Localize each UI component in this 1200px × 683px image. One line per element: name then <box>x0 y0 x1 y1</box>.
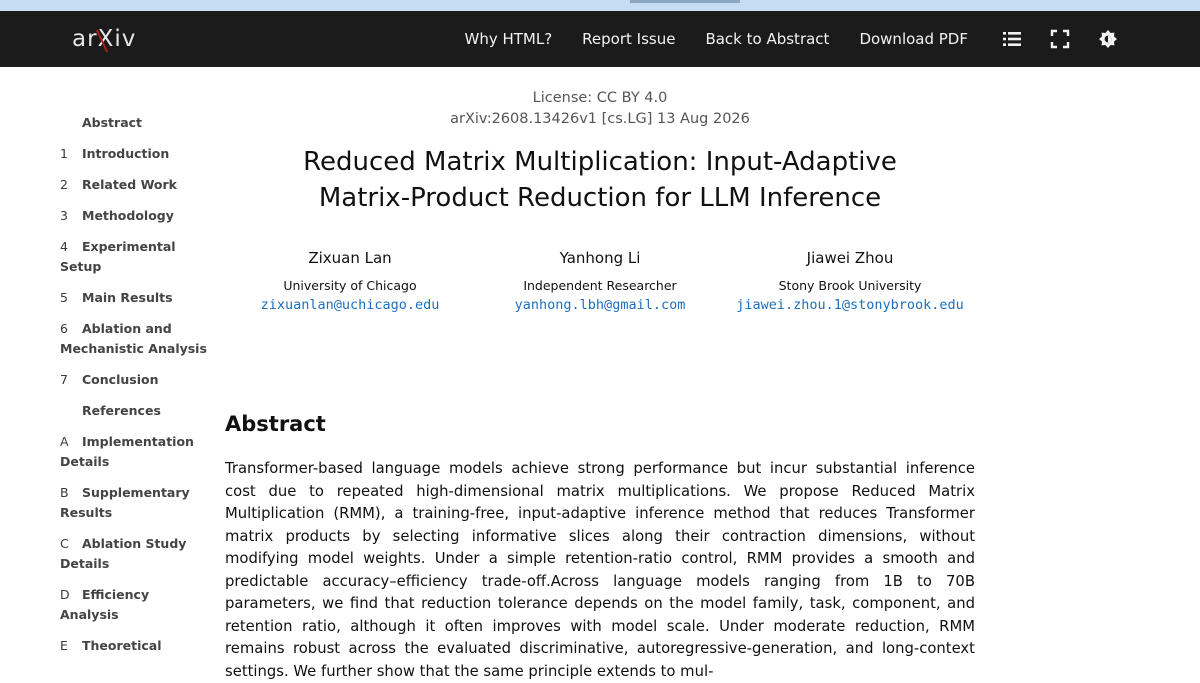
license-text: License: CC BY 4.0 <box>532 90 668 106</box>
list-icon[interactable] <box>1002 29 1022 49</box>
arxiv-logo[interactable]: arXiv <box>72 26 136 52</box>
abstract-body: Transformer-based language models achiev… <box>225 460 975 680</box>
toc-item-theoretical[interactable]: E Theoretical <box>60 636 210 656</box>
theme-toggle-icon[interactable] <box>1098 29 1118 49</box>
back-to-abstract-link[interactable]: Back to Abstract <box>705 30 829 48</box>
why-html-link[interactable]: Why HTML? <box>464 30 552 48</box>
toc-item-implementation-details[interactable]: A Implementation Details <box>60 432 210 472</box>
author-email-link[interactable]: jiawei.zhou.1@stonybrook.edu <box>730 295 970 315</box>
author-affiliation: Stony Brook University <box>778 278 922 293</box>
paper-title-line-1: Reduced Matrix Multiplication: Input-Ada… <box>303 147 897 177</box>
author-email-link[interactable]: zixuanlan@uchicago.edu <box>230 295 470 315</box>
abstract-heading: Abstract <box>225 412 326 436</box>
top-strip-link-fragment <box>630 0 740 3</box>
nav-icons <box>1002 11 1118 67</box>
author-affiliation: University of Chicago <box>283 278 417 293</box>
download-pdf-link[interactable]: Download PDF <box>859 30 968 48</box>
toc-item-main-results[interactable]: 5 Main Results <box>60 288 210 308</box>
paper-title-line-2: Matrix-Product Reduction for LLM Inferen… <box>318 183 882 213</box>
toc-item-methodology[interactable]: 3 Methodology <box>60 206 210 226</box>
toc-item-conclusion[interactable]: 7 Conclusion <box>60 370 210 390</box>
toc-item-supplementary-results[interactable]: B Supplementary Results <box>60 483 210 523</box>
nav-links: Why HTML? Report Issue Back to Abstract … <box>464 11 968 67</box>
author-name: Zixuan Lan <box>308 249 392 267</box>
paper-title: Reduced Matrix Multiplication: Input-Ada… <box>225 144 975 216</box>
toc-item-related-work[interactable]: 2 Related Work <box>60 175 210 195</box>
author-block: Jiawei Zhou Stony Brook University jiawe… <box>730 248 970 315</box>
toc-item-ablation-mechanistic[interactable]: 6 Ablation and Mechanistic Analysis <box>60 319 210 359</box>
table-of-contents: Abstract 1 Introduction 2 Related Work 3 Me… <box>60 113 210 667</box>
report-issue-link[interactable]: Report Issue <box>582 30 675 48</box>
fullscreen-icon[interactable] <box>1050 29 1070 49</box>
toc-item-introduction[interactable]: 1 Introduction <box>60 144 210 164</box>
toc-item-efficiency-analysis[interactable]: D Efficiency Analysis <box>60 585 210 625</box>
browser-top-strip <box>0 0 1200 11</box>
arxiv-identifier: arXiv:2608.13426v1 [cs.LG] 13 Aug 2026 <box>450 111 750 127</box>
toc-item-experimental-setup[interactable]: 4 Experimental Setup <box>60 237 210 277</box>
paper-header: License: CC BY 4.0 arXiv:2608.13426v1 [c… <box>225 88 975 315</box>
author-block: Zixuan Lan University of Chicago zixuanl… <box>230 248 470 315</box>
toc-item-references[interactable]: References <box>60 401 210 421</box>
author-block: Yanhong Li Independent Researcher yanhon… <box>480 248 720 315</box>
author-email-link[interactable]: yanhong.lbh@gmail.com <box>480 295 720 315</box>
navbar: arXiv Why HTML? Report Issue Back to Abs… <box>0 11 1200 67</box>
author-affiliation: Independent Researcher <box>523 278 677 293</box>
author-name: Yanhong Li <box>559 249 641 267</box>
toc-item-abstract[interactable]: Abstract <box>60 113 210 133</box>
author-name: Jiawei Zhou <box>806 249 894 267</box>
author-list: Zixuan Lan University of Chicago zixuanl… <box>225 248 975 315</box>
toc-item-ablation-study-details[interactable]: C Ablation Study Details <box>60 534 210 574</box>
